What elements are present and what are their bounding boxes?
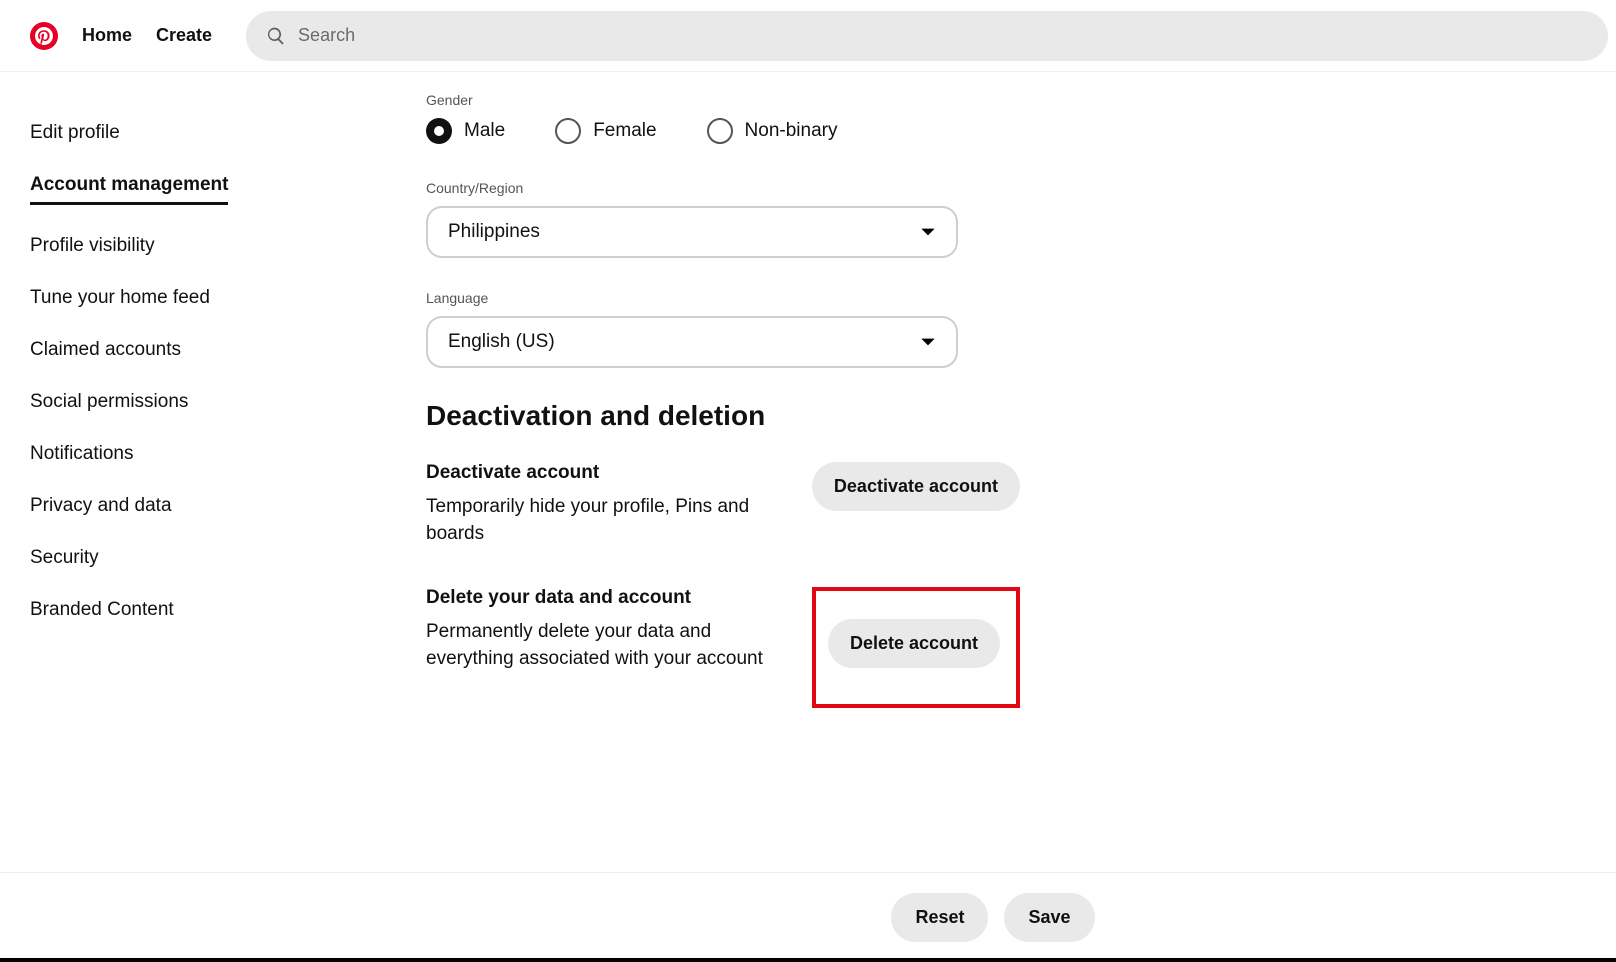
sidebar-item-privacy-and-data[interactable]: Privacy and data [30,495,172,517]
chevron-down-icon [918,332,938,352]
gender-option-female[interactable]: Female [555,118,656,144]
search-container[interactable] [246,11,1608,61]
search-icon [266,26,286,46]
delete-title: Delete your data and account [426,587,784,609]
annotation-highlight: Delete account [812,587,1020,708]
sidebar-item-branded-content[interactable]: Branded Content [30,599,174,621]
language-select[interactable]: English (US) [426,316,958,368]
search-input[interactable] [298,25,1588,46]
deactivate-title: Deactivate account [426,462,784,484]
chevron-down-icon [918,222,938,242]
sidebar-item-profile-visibility[interactable]: Profile visibility [30,235,155,257]
country-value: Philippines [448,221,540,243]
deactivate-desc: Temporarily hide your profile, Pins and … [426,494,776,547]
footer-bar: Reset Save [0,872,1616,962]
sidebar-item-claimed-accounts[interactable]: Claimed accounts [30,339,181,361]
sidebar-item-social-permissions[interactable]: Social permissions [30,391,188,413]
radio-label: Non-binary [745,120,838,142]
nav-create[interactable]: Create [156,25,212,46]
sidebar-item-account-management[interactable]: Account management [30,174,228,205]
sidebar-item-notifications[interactable]: Notifications [30,443,134,465]
sidebar-item-security[interactable]: Security [30,547,99,569]
gender-option-nonbinary[interactable]: Non-binary [707,118,838,144]
nav-home[interactable]: Home [82,25,132,46]
deactivate-row: Deactivate account Temporarily hide your… [426,462,1020,547]
pinterest-logo-icon[interactable] [30,22,58,50]
radio-icon [426,118,452,144]
language-label: Language [426,290,1020,306]
settings-sidebar: Edit profile Account management Profile … [0,72,380,748]
country-label: Country/Region [426,180,1020,196]
main-content: Gender Male Female Non-binary Country/Re… [380,72,1020,748]
save-button[interactable]: Save [1004,893,1094,942]
radio-icon [707,118,733,144]
sidebar-item-edit-profile[interactable]: Edit profile [30,122,120,144]
delete-account-button[interactable]: Delete account [828,619,1000,668]
gender-radio-group: Male Female Non-binary [426,118,1020,144]
delete-desc: Permanently delete your data and everyth… [426,619,776,672]
deactivation-section-title: Deactivation and deletion [426,400,1020,432]
reset-button[interactable]: Reset [891,893,988,942]
language-value: English (US) [448,331,555,353]
top-bar: Home Create [0,0,1616,72]
bottom-border [0,958,1616,962]
gender-option-male[interactable]: Male [426,118,505,144]
gender-label: Gender [426,92,1020,108]
radio-label: Male [464,120,505,142]
deactivate-account-button[interactable]: Deactivate account [812,462,1020,511]
sidebar-item-tune-home-feed[interactable]: Tune your home feed [30,287,210,309]
delete-row: Delete your data and account Permanently… [426,587,1020,708]
radio-icon [555,118,581,144]
country-select[interactable]: Philippines [426,206,958,258]
radio-label: Female [593,120,656,142]
